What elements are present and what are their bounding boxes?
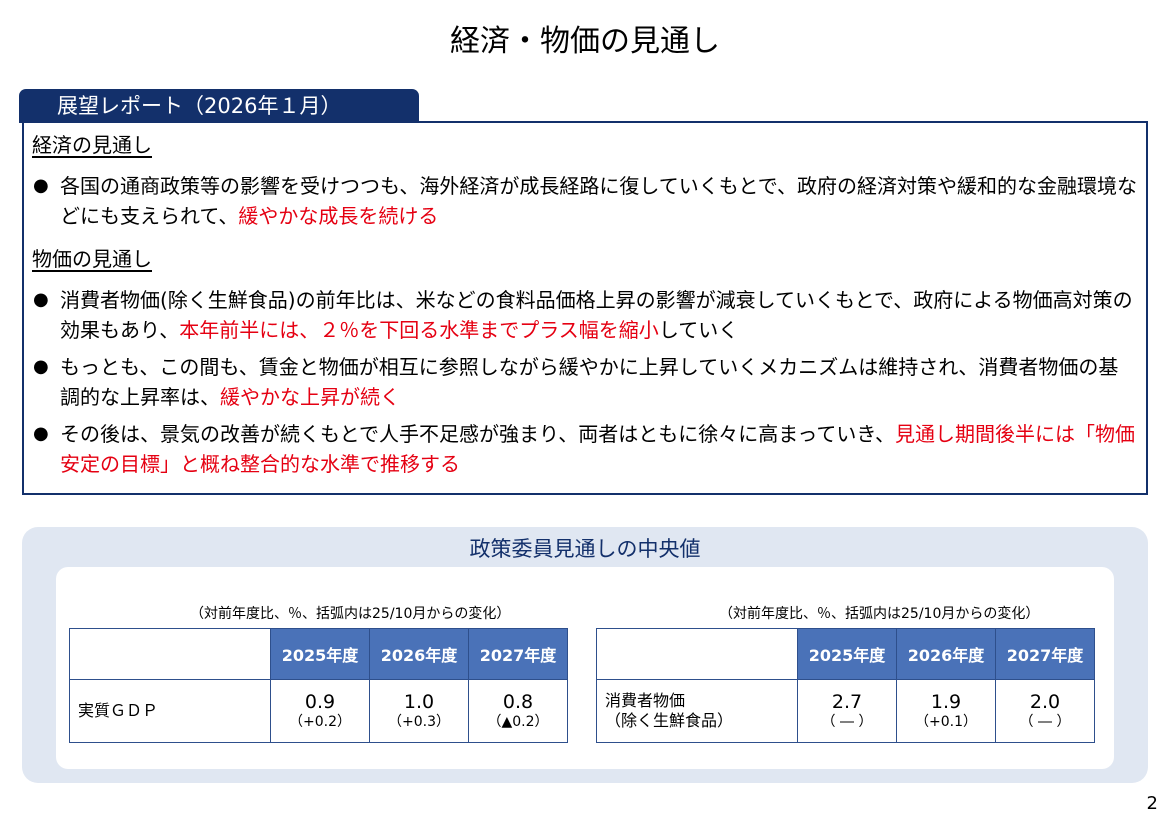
year-header: 2025年度	[797, 628, 897, 680]
forecast-panel-body: （対前年度比、％、括弧内は25/10月からの変化） 2025年度 2026年度 …	[56, 567, 1114, 769]
forecast-change: （ ― ）	[1019, 714, 1071, 730]
report-tab-label: 展望レポート（2026年１月）	[19, 89, 419, 123]
forecast-panel: 政策委員見通しの中央値 （対前年度比、％、括弧内は25/10月からの変化） 20…	[22, 527, 1148, 783]
table-row: 消費者物価 （除く生鮮食品） 2.7 （ ― ） 1.9 （+0.1） 2.0 （ ― …	[596, 679, 1095, 743]
forecast-change: （+0.3）	[388, 714, 450, 730]
outlook-content: 経済の見通し ● 各国の通商政策等の影響を受けつつも、海外経済が成長経路に復して…	[32, 131, 1138, 479]
page-number: 2	[1146, 793, 1158, 814]
year-header: 2025年度	[270, 628, 370, 680]
row-label-line: （除く生鮮食品）	[605, 711, 734, 730]
forecast-change: （▲0.2）	[487, 714, 549, 730]
bullet-tail: していく	[658, 318, 739, 342]
year-header: 2026年度	[369, 628, 469, 680]
prices-bullet: ● その後は、景気の改善が続くもとで人手不足感が強まり、両者はともに徐々に高まっ…	[32, 419, 1138, 479]
forecast-value: 2.0	[1029, 691, 1061, 713]
outlook-box: 経済の見通し ● 各国の通商政策等の影響を受けつつも、海外経済が成長経路に復して…	[22, 121, 1148, 495]
gdp-table-note: （対前年度比、％、括弧内は25/10月からの変化）	[190, 606, 511, 622]
bullet-dot-icon: ●	[33, 356, 49, 377]
forecast-value: 1.0	[403, 691, 435, 713]
table-corner-cell	[596, 628, 798, 680]
row-label-line: 消費者物価	[605, 691, 686, 710]
value-cell: 1.9 （+0.1）	[896, 679, 996, 743]
value-cell: 2.7 （ ― ）	[797, 679, 897, 743]
row-label: 実質ＧＤＰ	[69, 679, 271, 743]
bullet-highlight: 本年前半には、２％を下回る水準までプラス幅を縮小	[179, 318, 659, 342]
value-cell: 0.8 （▲0.2）	[468, 679, 568, 743]
forecast-change: （+0.1）	[915, 714, 977, 730]
forecast-change: （ ― ）	[821, 714, 873, 730]
year-header: 2026年度	[896, 628, 996, 680]
forecast-value: 0.9	[304, 691, 336, 713]
bullet-highlight: 緩やかな成長を続ける	[238, 204, 439, 228]
forecast-value: 1.9	[930, 691, 962, 713]
row-label: 消費者物価 （除く生鮮食品）	[596, 679, 798, 743]
economy-bullet: ● 各国の通商政策等の影響を受けつつも、海外経済が成長経路に復していくもとで、政…	[32, 171, 1138, 231]
bullet-highlight: 緩やかな上昇が続く	[220, 385, 400, 409]
value-cell: 0.9 （+0.2）	[270, 679, 370, 743]
year-header: 2027年度	[468, 628, 568, 680]
prices-heading: 物価の見通し	[32, 247, 152, 271]
gdp-table: 2025年度 2026年度 2027年度 実質ＧＤＰ 0.9 （+0.2） 1.0…	[69, 628, 568, 743]
forecast-value: 0.8	[502, 691, 534, 713]
bullet-dot-icon: ●	[33, 423, 49, 444]
table-header-row: 2025年度 2026年度 2027年度	[69, 628, 568, 680]
page-title: 経済・物価の見通し	[450, 24, 720, 59]
economy-heading: 経済の見通し	[32, 133, 152, 157]
bullet-text: もっとも、この間も、賃金と物価が相互に参照しながら緩やかに上昇していくメカニズム…	[60, 355, 1119, 409]
forecast-panel-title: 政策委員見通しの中央値	[469, 537, 701, 561]
bullet-text: 各国の通商政策等の影響を受けつつも、海外経済が成長経路に復していくもとで、政府の…	[60, 174, 1137, 228]
value-cell: 2.0 （ ― ）	[995, 679, 1095, 743]
forecast-change: （+0.2）	[289, 714, 351, 730]
value-cell: 1.0 （+0.3）	[369, 679, 469, 743]
bullet-dot-icon: ●	[33, 175, 49, 196]
table-corner-cell	[69, 628, 271, 680]
table-header-row: 2025年度 2026年度 2027年度	[596, 628, 1095, 680]
cpi-table-note: （対前年度比、％、括弧内は25/10月からの変化）	[719, 606, 1040, 622]
bullet-dot-icon: ●	[33, 289, 49, 310]
bullet-text: その後は、景気の改善が続くもとで人手不足感が強まり、両者はともに徐々に高まってい…	[60, 422, 895, 446]
cpi-table: 2025年度 2026年度 2027年度 消費者物価 （除く生鮮食品） 2.7 （ …	[596, 628, 1095, 743]
prices-bullet: ● 消費者物価(除く生鮮食品)の前年比は、米などの食料品価格上昇の影響が減衰して…	[32, 285, 1138, 345]
prices-bullet: ● もっとも、この間も、賃金と物価が相互に参照しながら緩やかに上昇していくメカニ…	[32, 352, 1138, 412]
table-row: 実質ＧＤＰ 0.9 （+0.2） 1.0 （+0.3） 0.8 （▲0.2）	[69, 679, 568, 743]
year-header: 2027年度	[995, 628, 1095, 680]
forecast-value: 2.7	[831, 691, 863, 713]
